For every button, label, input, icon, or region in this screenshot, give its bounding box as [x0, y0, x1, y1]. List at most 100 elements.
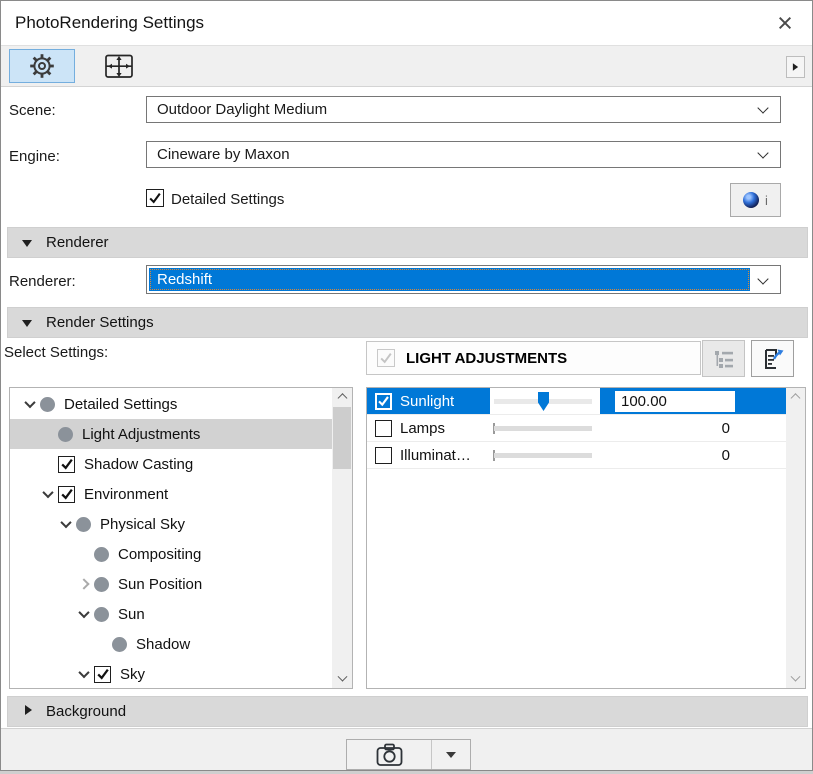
- tree-checkbox[interactable]: [94, 666, 111, 683]
- tree-scrollbar[interactable]: [332, 388, 352, 688]
- section-header-background[interactable]: Background: [7, 696, 808, 727]
- camera-icon: [376, 743, 403, 767]
- title-bar: PhotoRendering Settings ×: [1, 1, 812, 45]
- light-adjustments-checkbox: [377, 349, 395, 367]
- illumination-checkbox[interactable]: [375, 447, 392, 464]
- cinema4d-sphere-icon: [743, 192, 759, 208]
- cinema4d-info-button[interactable]: i: [730, 183, 781, 217]
- export-document-icon: [760, 346, 786, 372]
- renderer-dropdown[interactable]: Redshift: [146, 265, 781, 294]
- footer-bar: [1, 728, 812, 771]
- tree-item-shadow[interactable]: Shadow: [10, 629, 332, 659]
- illumination-value: 0: [600, 442, 786, 468]
- info-icon: i: [765, 193, 768, 208]
- setting-dot-icon: [94, 547, 109, 562]
- slider-track[interactable]: [494, 453, 592, 458]
- chevron-down-icon: [757, 102, 768, 113]
- expander-right-icon: [78, 578, 89, 589]
- table-row-lamps[interactable]: Lamps 0: [367, 415, 786, 442]
- tree-item-environment[interactable]: Environment: [10, 479, 332, 509]
- settings-tab-button[interactable]: [9, 49, 75, 83]
- scene-value: Outdoor Daylight Medium: [157, 101, 327, 118]
- lamps-value: 0: [600, 415, 786, 441]
- section-header-render-settings[interactable]: Render Settings: [7, 307, 808, 338]
- scroll-down-icon[interactable]: [332, 670, 352, 688]
- tree-item-physical-sky[interactable]: Physical Sky: [10, 509, 332, 539]
- expander-down-icon: [78, 607, 89, 618]
- check-icon: [96, 667, 110, 681]
- setting-dot-icon: [94, 607, 109, 622]
- collapse-triangle-icon: [22, 240, 32, 247]
- table-row-sunlight[interactable]: Sunlight 100.00: [367, 388, 786, 415]
- scroll-up-icon[interactable]: [332, 388, 352, 406]
- tree-item-detailed-settings[interactable]: Detailed Settings: [10, 389, 332, 419]
- chevron-down-icon: [757, 273, 768, 284]
- tree-view-button: [702, 340, 745, 377]
- close-icon[interactable]: ×: [772, 5, 798, 41]
- section-label: Renderer: [46, 228, 109, 257]
- select-settings-label: Select Settings:: [4, 344, 108, 361]
- tree-list-icon: [712, 348, 736, 370]
- sunlight-value-input[interactable]: 100.00: [615, 391, 735, 412]
- detailed-settings-label: Detailed Settings: [171, 191, 284, 208]
- tree-checkbox[interactable]: [58, 456, 75, 473]
- scroll-down-icon[interactable]: [786, 670, 805, 688]
- tree-item-sky[interactable]: Sky: [10, 659, 332, 689]
- section-header-renderer[interactable]: Renderer: [7, 227, 808, 258]
- expander-down-icon: [24, 397, 35, 408]
- gear-icon: [28, 52, 56, 80]
- scene-dropdown[interactable]: Outdoor Daylight Medium: [146, 96, 781, 123]
- slider-thumb[interactable]: [538, 392, 549, 411]
- sunlight-slider[interactable]: [490, 388, 600, 414]
- check-icon: [60, 487, 74, 501]
- renderer-value: Redshift: [149, 268, 750, 291]
- expander-down-icon: [60, 517, 71, 528]
- detailed-settings-checkbox[interactable]: [146, 189, 164, 207]
- setting-dot-icon: [112, 637, 127, 652]
- tree-item-light-adjustments[interactable]: Light Adjustments: [10, 419, 332, 449]
- setting-dot-icon: [76, 517, 91, 532]
- setting-dot-icon: [94, 577, 109, 592]
- tree-item-shadow-casting[interactable]: Shadow Casting: [10, 449, 332, 479]
- tree-item-compositing[interactable]: Compositing: [10, 539, 332, 569]
- illumination-slider[interactable]: [490, 442, 600, 468]
- slider-track[interactable]: [494, 426, 592, 431]
- pane-size-icon: [104, 53, 134, 80]
- scroll-up-icon[interactable]: [786, 388, 805, 406]
- tree-checkbox[interactable]: [58, 486, 75, 503]
- section-label: Render Settings: [46, 308, 154, 337]
- check-icon: [60, 457, 74, 471]
- scrollbar-thumb[interactable]: [333, 407, 351, 469]
- photorendering-settings-dialog: PhotoRendering Settings ×: [0, 0, 813, 771]
- render-camera-button[interactable]: [347, 740, 431, 769]
- toolbar: [1, 45, 812, 87]
- light-adjustments-table: Sunlight 100.00 Lamps: [366, 387, 806, 689]
- chevron-down-icon: [757, 147, 768, 158]
- expand-triangle-icon: [25, 705, 32, 715]
- check-icon: [379, 351, 393, 365]
- lamps-checkbox[interactable]: [375, 420, 392, 437]
- pane-layout-tab-button[interactable]: [91, 49, 147, 83]
- export-settings-button[interactable]: [751, 340, 794, 377]
- tree-item-sun-position[interactable]: Sun Position: [10, 569, 332, 599]
- tree-item-sun[interactable]: Sun: [10, 599, 332, 629]
- render-options-dropdown[interactable]: [431, 740, 470, 769]
- dialog-title: PhotoRendering Settings: [15, 1, 204, 45]
- engine-dropdown[interactable]: Cineware by Maxon: [146, 141, 781, 168]
- table-row-illumination[interactable]: Illuminat… 0: [367, 442, 786, 469]
- collapse-triangle-icon: [22, 320, 32, 327]
- sunlight-checkbox[interactable]: [375, 393, 392, 410]
- right-arrow-icon: [793, 63, 798, 71]
- lamps-slider[interactable]: [490, 415, 600, 441]
- expander-down-icon: [42, 487, 53, 498]
- setting-dot-icon: [58, 427, 73, 442]
- toolbar-overflow-button[interactable]: [786, 56, 805, 78]
- scene-label: Scene:: [9, 102, 56, 119]
- section-label: Background: [46, 697, 126, 726]
- table-scrollbar[interactable]: [786, 388, 805, 688]
- chevron-down-icon: [446, 752, 456, 758]
- renderer-label: Renderer:: [9, 273, 76, 290]
- expander-down-icon: [78, 667, 89, 678]
- light-adjustments-header: LIGHT ADJUSTMENTS: [366, 341, 701, 375]
- engine-value: Cineware by Maxon: [157, 146, 290, 163]
